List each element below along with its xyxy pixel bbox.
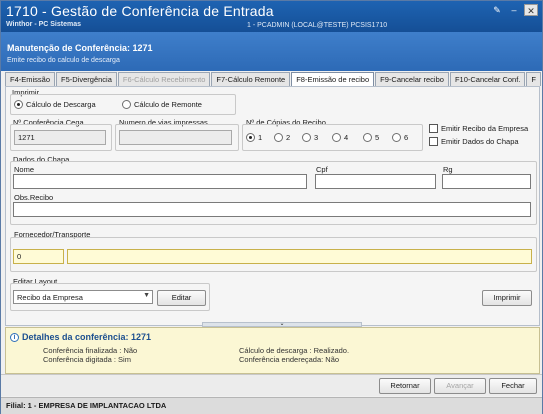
tab-cancelar-recibo[interactable]: F9-Cancelar recibo xyxy=(375,72,449,86)
page-title: Manutenção de Conferência: 1271 xyxy=(7,43,153,53)
tab-overflow[interactable]: F xyxy=(526,72,541,86)
page-subtitle: Emite recibo do calculo de descarga xyxy=(7,57,120,64)
details-title: Detalhes da conferência: 1271 xyxy=(22,332,152,342)
fornecedor-code-field[interactable]: 0 xyxy=(13,249,64,264)
tab-calculo-recebimento: F6-Cálculo Recebimento xyxy=(117,72,211,86)
tab-divergencia[interactable]: F5-Divergência xyxy=(56,72,117,86)
minimize-icon[interactable]: – xyxy=(507,4,521,16)
layout-select[interactable]: Recibo da Empresa ▼ xyxy=(13,290,153,304)
radio-calculo-remonte[interactable]: Cálculo de Remonte xyxy=(122,100,202,109)
restore-icon[interactable]: ✎ xyxy=(490,4,504,16)
chevron-down-icon: ▼ xyxy=(143,292,150,299)
avancar-button: Avançar xyxy=(434,378,486,394)
detail-calculo-descarga: Cálculo de descarga : Realizado. xyxy=(239,346,350,355)
tab-emissao[interactable]: F4-Emissão xyxy=(5,72,56,86)
radio-unselected-icon xyxy=(392,133,401,142)
window-title: 1710 - Gestão de Conferência de Entrada xyxy=(6,3,274,19)
tab-cancelar-conf[interactable]: F10-Cancelar Conf. xyxy=(449,72,526,86)
copias-radio-2[interactable]: 2 xyxy=(274,133,290,142)
close-icon[interactable]: ✕ xyxy=(524,4,538,16)
radio-calculo-descarga[interactable]: Cálculo de Descarga xyxy=(14,100,96,109)
radio-selected-icon xyxy=(246,133,255,142)
vias-field xyxy=(119,130,232,145)
editar-button[interactable]: Editar xyxy=(157,290,206,306)
tab-calculo-remonte[interactable]: F7-Cálculo Remonte xyxy=(211,72,291,86)
tab-content: Imprimir Cálculo de Descarga Cálculo de … xyxy=(5,86,540,327)
rg-field[interactable] xyxy=(442,174,531,189)
header-panel: Manutenção de Conferência: 1271 Emite re… xyxy=(1,32,542,71)
imprimir-button[interactable]: Imprimir xyxy=(482,290,532,306)
emitir-recibo-empresa-checkbox[interactable]: Emitir Recibo da Empresa xyxy=(429,124,528,133)
title-bar: 1710 - Gestão de Conferência de Entrada … xyxy=(1,1,542,32)
tab-emissao-recibo[interactable]: F8-Emissão de recibo xyxy=(291,72,375,86)
fechar-button[interactable]: Fechar xyxy=(489,378,537,394)
details-panel: i Detalhes da conferência: 1271 Conferên… xyxy=(5,327,540,374)
copias-radio-4[interactable]: 4 xyxy=(332,133,348,142)
detail-enderecada: Conferência endereçada: Não xyxy=(239,355,340,364)
info-icon: i xyxy=(10,333,19,342)
cpf-label: Cpf xyxy=(316,165,328,174)
conferencia-cega-field: 1271 xyxy=(14,130,106,145)
obs-field[interactable] xyxy=(13,202,531,217)
window-subtitle: Winthor - PC Sistemas xyxy=(6,21,82,28)
nome-field[interactable] xyxy=(13,174,307,189)
radio-selected-icon xyxy=(14,100,23,109)
emitir-dados-chapa-checkbox[interactable]: Emitir Dados do Chapa xyxy=(429,137,519,146)
checkbox-icon xyxy=(429,124,438,133)
radio-unselected-icon xyxy=(332,133,341,142)
session-info: 1 - PCADMIN (LOCAL@TESTE) PCSIS1710 xyxy=(247,22,388,29)
copias-radio-1[interactable]: 1 xyxy=(246,133,262,142)
copias-radio-5[interactable]: 5 xyxy=(363,133,379,142)
cpf-field[interactable] xyxy=(315,174,436,189)
main-window: 1710 - Gestão de Conferência de Entrada … xyxy=(0,0,543,414)
radio-unselected-icon xyxy=(363,133,372,142)
rg-label: Rg xyxy=(443,165,453,174)
radio-unselected-icon xyxy=(274,133,283,142)
fornecedor-name-field[interactable] xyxy=(67,249,532,264)
footer-bar: Retornar Avançar Fechar xyxy=(1,374,542,396)
obs-label: Obs.Recibo xyxy=(14,193,54,202)
checkbox-icon xyxy=(429,137,438,146)
radio-unselected-icon xyxy=(302,133,311,142)
detail-digitada: Conferência digitada : Sim xyxy=(43,355,131,364)
window-controls: ✎ – ✕ xyxy=(490,4,538,16)
retornar-button[interactable]: Retornar xyxy=(379,378,431,394)
radio-unselected-icon xyxy=(122,100,131,109)
nome-label: Nome xyxy=(14,165,35,174)
copias-radio-3[interactable]: 3 xyxy=(302,133,318,142)
status-bar: Filial: 1 - EMPRESA DE IMPLANTACAO LTDA xyxy=(1,397,542,414)
tab-bar: F4-Emissão F5-Divergência F6-Cálculo Rec… xyxy=(5,72,543,86)
detail-finalizada: Conferência finalizada : Não xyxy=(43,346,138,355)
copias-radio-6[interactable]: 6 xyxy=(392,133,408,142)
